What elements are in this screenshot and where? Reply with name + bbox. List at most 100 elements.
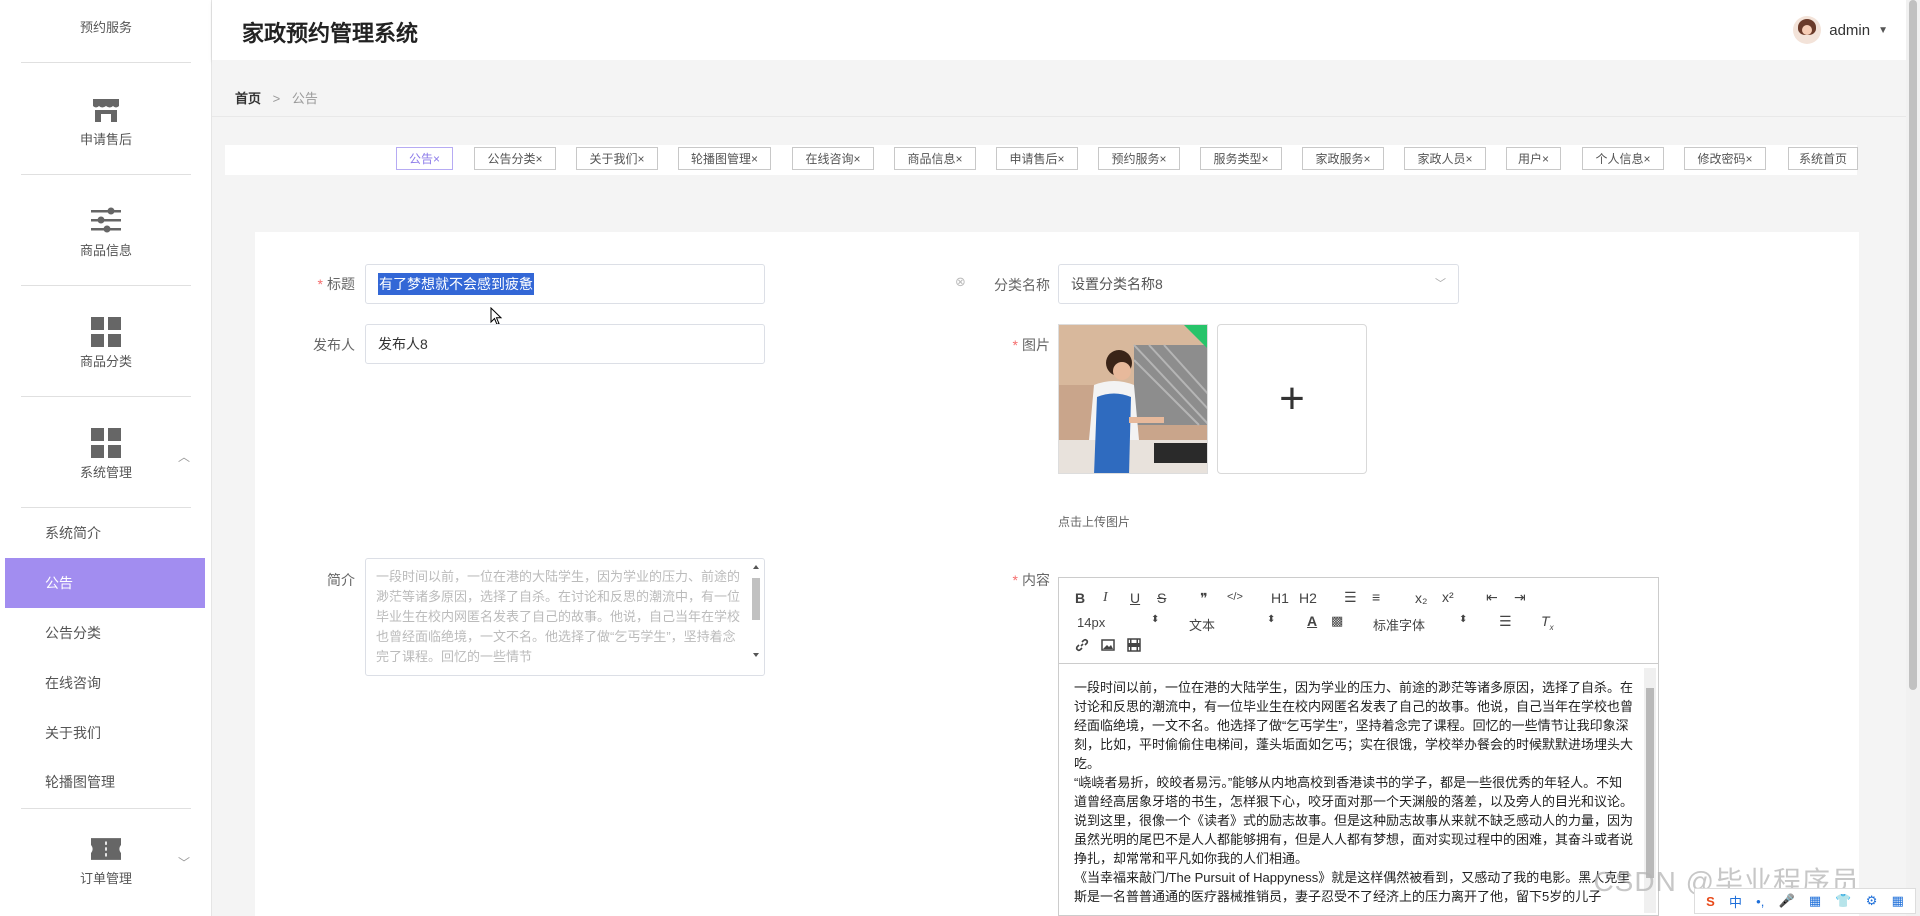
category-select[interactable]: 设置分类名称8 ﹀: [1058, 264, 1459, 304]
publisher-input[interactable]: 发布人8: [365, 324, 765, 364]
sidebar-item-label: 订单管理: [79, 871, 132, 886]
sidebar-item-after-sales[interactable]: 申请售后: [0, 67, 211, 178]
tab-after-sales[interactable]: 申请售后 ×: [996, 147, 1078, 170]
indent-button[interactable]: ⇥: [1514, 589, 1526, 606]
font-color-button[interactable]: A: [1307, 613, 1317, 629]
plus-icon: +: [1279, 374, 1305, 423]
settings-icon[interactable]: ⚙: [1866, 893, 1878, 909]
heading2-button[interactable]: H2: [1299, 590, 1317, 606]
ime-logo[interactable]: S: [1706, 894, 1715, 909]
sidebar-item-booking-service[interactable]: 预约服务: [0, 0, 211, 66]
scrollbar-thumb[interactable]: [1909, 0, 1917, 690]
superscript-button[interactable]: x²: [1442, 589, 1454, 605]
sidebar-item-system-management[interactable]: 系统管理 ︿: [0, 400, 211, 511]
editor-paragraph: 《当幸福来敲门/The Pursuit of Happyness》就是这样偶然被…: [1074, 870, 1631, 904]
tab-home-service[interactable]: 家政服务 ×: [1302, 147, 1384, 170]
tab-online-consult[interactable]: 在线咨询 ×: [792, 147, 874, 170]
ime-language[interactable]: 中: [1729, 892, 1742, 911]
italic-button[interactable]: I: [1103, 590, 1108, 606]
tab-booking-service[interactable]: 预约服务 ×: [1098, 147, 1180, 170]
font-family-select[interactable]: 标准字体: [1373, 615, 1425, 634]
outdent-button[interactable]: ⇤: [1486, 589, 1498, 606]
chevron-down-icon: ﹀: [177, 856, 190, 870]
scrollbar[interactable]: [751, 563, 761, 661]
publisher-input-value: 发布人8: [378, 336, 428, 352]
bold-button[interactable]: B: [1075, 590, 1085, 606]
sidebar-subitem-online-consult[interactable]: 在线咨询: [5, 658, 205, 708]
editor-paragraph: “峣峣者易折，皎皎者易污。”能够从内地高校到香港读书的学子，都是一些很优秀的年轻…: [1074, 775, 1634, 809]
ime-toolbar[interactable]: S 中 •, 🎤 ▦ 👕 ⚙ ▦: [1694, 888, 1916, 914]
sidebar-item-label: 系统管理: [79, 465, 132, 480]
tab-system-home[interactable]: 系统首页: [1788, 147, 1858, 170]
blockquote-button[interactable]: ❞: [1200, 590, 1208, 607]
add-image-button[interactable]: +: [1217, 324, 1367, 474]
code-button[interactable]: </>: [1227, 591, 1243, 603]
kitchen-photo: [1059, 325, 1207, 473]
align-button[interactable]: ☰: [1499, 613, 1512, 630]
title-input[interactable]: 有了梦想就不会感到疲惫: [365, 264, 765, 304]
uploaded-image-thumbnail[interactable]: [1058, 324, 1208, 474]
tab-label: 公告分类: [487, 152, 536, 166]
clear-icon[interactable]: ⊗: [955, 274, 966, 290]
heading1-button[interactable]: H1: [1271, 590, 1289, 606]
sidebar-item-product-category[interactable]: 商品分类: [0, 289, 211, 400]
rich-text-editor[interactable]: B I U S ❞ </> H1 H2 ☰ ≡ x₂ x² ⇤ ⇥ 14px ⬍…: [1058, 577, 1659, 916]
tab-user[interactable]: 用户 ×: [1506, 147, 1561, 170]
summary-textarea[interactable]: 一段时间以前，一位在港的大陆学生，因为学业的压力、前途的渺茫等诸多原因，选择了自…: [365, 558, 765, 676]
divider: [21, 285, 191, 286]
sliders-icon: [91, 207, 121, 234]
block-type-select[interactable]: 文本: [1189, 615, 1215, 634]
sidebar-subitem-about-us[interactable]: 关于我们: [5, 708, 205, 758]
image-icon[interactable]: [1101, 638, 1115, 655]
skin-icon[interactable]: 👕: [1835, 893, 1851, 909]
underline-button[interactable]: U: [1130, 590, 1140, 606]
ordered-list-button[interactable]: ☰: [1344, 589, 1357, 606]
ime-punctuation[interactable]: •,: [1756, 894, 1764, 909]
keyboard-icon[interactable]: ▦: [1809, 893, 1821, 909]
sidebar-subitem-announcement[interactable]: 公告: [5, 558, 205, 608]
sidebar-item-label: 商品分类: [79, 354, 132, 369]
chevron-up-icon: ︿: [177, 450, 190, 464]
breadcrumb-current: 公告: [291, 91, 318, 106]
page-scrollbar[interactable]: [1906, 0, 1920, 916]
tab-label: 用户: [1517, 152, 1542, 166]
tab-announcement[interactable]: 公告 ×: [396, 147, 453, 170]
tab-label: 商品信息: [907, 152, 956, 166]
title-input-value: 有了梦想就不会感到疲惫: [378, 273, 534, 295]
editor-paragraph: 一段时间以前，一位在港的大陆学生，因为学业的压力、前途的渺茫等诸多原因，选择了自…: [1074, 680, 1634, 771]
sidebar-item-product-info[interactable]: 商品信息: [0, 178, 211, 289]
clear-format-button[interactable]: Tx: [1541, 613, 1554, 632]
tab-announcement-category[interactable]: 公告分类 ×: [474, 147, 556, 170]
caret-down-icon: ▼: [1878, 24, 1888, 36]
sidebar-item-order-management[interactable]: 订单管理 ﹀: [0, 806, 211, 916]
tab-about-us[interactable]: 关于我们 ×: [576, 147, 658, 170]
tab-service-type[interactable]: 服务类型 ×: [1200, 147, 1282, 170]
breadcrumb-home[interactable]: 首页: [235, 91, 261, 106]
divider: [21, 174, 191, 175]
scrollbar-thumb[interactable]: [1646, 688, 1654, 878]
tab-personal-info[interactable]: 个人信息 ×: [1582, 147, 1664, 170]
menu-icon[interactable]: ▦: [1892, 893, 1904, 909]
strike-button[interactable]: S: [1157, 590, 1166, 606]
link-icon[interactable]: [1075, 638, 1089, 655]
tab-carousel[interactable]: 轮播图管理 ×: [678, 147, 771, 170]
tab-label: 家政服务: [1315, 152, 1364, 166]
updown-icon: ⬍: [1459, 614, 1468, 625]
font-size-select[interactable]: 14px: [1077, 615, 1105, 630]
microphone-icon[interactable]: 🎤: [1779, 893, 1795, 909]
sidebar-subitem-system-intro[interactable]: 系统简介: [5, 508, 205, 558]
bullet-list-button[interactable]: ≡: [1372, 589, 1380, 605]
tab-label: 家政人员: [1417, 152, 1466, 166]
video-icon[interactable]: [1127, 638, 1141, 655]
sidebar-subitem-carousel[interactable]: 轮播图管理: [5, 757, 205, 807]
sidebar-subitem-announcement-category[interactable]: 公告分类: [5, 608, 205, 658]
editor-content[interactable]: 一段时间以前，一位在港的大陆学生，因为学业的压力、前途的渺茫等诸多原因，选择了自…: [1074, 678, 1634, 906]
tab-product-info[interactable]: 商品信息 ×: [894, 147, 976, 170]
subscript-button[interactable]: x₂: [1415, 590, 1427, 606]
divider: [21, 62, 191, 63]
tab-change-password[interactable]: 修改密码 ×: [1684, 147, 1766, 170]
tab-housekeeper[interactable]: 家政人员 ×: [1404, 147, 1486, 170]
background-color-button[interactable]: ▩: [1331, 613, 1343, 629]
image-label: * 图片: [1012, 337, 1050, 353]
user-menu[interactable]: admin ▼: [1793, 16, 1888, 44]
